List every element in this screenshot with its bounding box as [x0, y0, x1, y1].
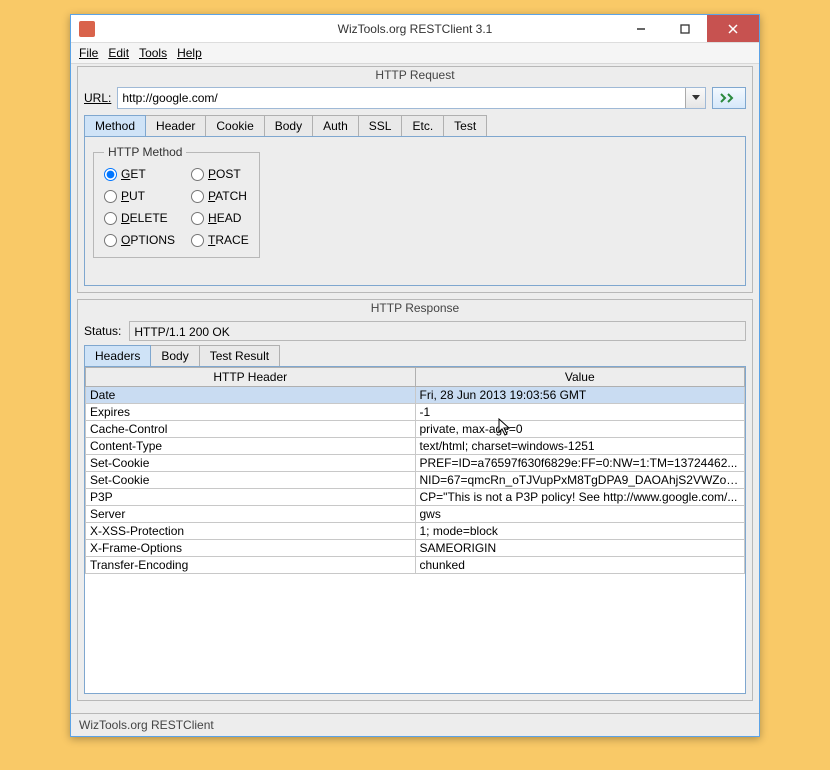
statusbar: WizTools.org RESTClient — [71, 713, 759, 736]
method-radio-input-post[interactable] — [191, 168, 204, 181]
tab-test[interactable]: Test — [443, 115, 487, 136]
tab-body[interactable]: Body — [264, 115, 313, 136]
method-radio-post[interactable]: POST — [191, 167, 249, 181]
menu-tools[interactable]: Tools — [139, 46, 167, 60]
status-value: HTTP/1.1 200 OK — [129, 321, 746, 341]
tab-resp-testresult[interactable]: Test Result — [199, 345, 280, 366]
table-row[interactable]: Set-CookiePREF=ID=a76597f630f6829e:FF=0:… — [86, 455, 745, 472]
table-row[interactable]: Expires-1 — [86, 404, 745, 421]
table-row[interactable]: X-Frame-OptionsSAMEORIGIN — [86, 540, 745, 557]
request-tab-body: HTTP Method GET POST PUT PATCH DELETE HEAD OPT… — [84, 136, 746, 286]
method-radio-input-patch[interactable] — [191, 190, 204, 203]
method-radio-options[interactable]: OPTIONS — [104, 233, 175, 247]
request-panel: HTTP Request URL: Method Header Cookie B… — [77, 66, 753, 293]
url-dropdown-button[interactable] — [685, 88, 705, 108]
menu-file[interactable]: File — [79, 46, 98, 60]
status-label: Status: — [84, 324, 121, 338]
menu-edit[interactable]: Edit — [108, 46, 129, 60]
table-row[interactable]: Set-CookieNID=67=qmcRn_oTJVupPxM8TgDPA9_… — [86, 472, 745, 489]
request-panel-title: HTTP Request — [78, 67, 752, 84]
response-headers-table[interactable]: HTTP Header Value DateFri, 28 Jun 2013 1… — [85, 367, 745, 574]
table-row[interactable]: DateFri, 28 Jun 2013 19:03:56 GMT — [86, 387, 745, 404]
http-method-group: HTTP Method GET POST PUT PATCH DELETE HEAD OPT… — [93, 145, 260, 258]
response-tab-body: HTTP Header Value DateFri, 28 Jun 2013 1… — [84, 366, 746, 694]
window-title: WizTools.org RESTClient 3.1 — [338, 22, 493, 36]
tab-cookie[interactable]: Cookie — [205, 115, 264, 136]
method-radio-input-options[interactable] — [104, 234, 117, 247]
method-radio-put[interactable]: PUT — [104, 189, 175, 203]
titlebar[interactable]: WizTools.org RESTClient 3.1 — [71, 15, 759, 43]
app-window: WizTools.org RESTClient 3.1 File Edit To… — [70, 14, 760, 737]
tab-resp-headers[interactable]: Headers — [84, 345, 151, 366]
method-radio-delete[interactable]: DELETE — [104, 211, 175, 225]
url-label: URL: — [84, 91, 111, 105]
method-radio-input-get[interactable] — [104, 168, 117, 181]
menu-help[interactable]: Help — [177, 46, 202, 60]
table-row[interactable]: P3PCP="This is not a P3P policy! See htt… — [86, 489, 745, 506]
response-panel-title: HTTP Response — [78, 300, 752, 317]
http-method-legend: HTTP Method — [104, 145, 186, 159]
maximize-button[interactable] — [663, 15, 707, 42]
tab-resp-body[interactable]: Body — [150, 345, 199, 366]
app-icon — [79, 21, 95, 37]
tab-header[interactable]: Header — [145, 115, 206, 136]
method-radio-trace[interactable]: TRACE — [191, 233, 249, 247]
table-row[interactable]: Servergws — [86, 506, 745, 523]
table-row[interactable]: X-XSS-Protection1; mode=block — [86, 523, 745, 540]
table-row[interactable]: Transfer-Encodingchunked — [86, 557, 745, 574]
tab-auth[interactable]: Auth — [312, 115, 359, 136]
send-request-button[interactable] — [712, 87, 746, 109]
menubar: File Edit Tools Help — [71, 43, 759, 64]
method-radio-input-trace[interactable] — [191, 234, 204, 247]
minimize-button[interactable] — [619, 15, 663, 42]
url-input[interactable] — [118, 88, 685, 108]
table-row[interactable]: Content-Typetext/html; charset=windows-1… — [86, 438, 745, 455]
close-button[interactable] — [707, 15, 759, 42]
response-tabs: Headers Body Test Result — [84, 345, 746, 366]
request-tabs: Method Header Cookie Body Auth SSL Etc. … — [84, 115, 746, 136]
method-radio-get[interactable]: GET — [104, 167, 175, 181]
url-combo[interactable] — [117, 87, 706, 109]
response-panel: HTTP Response Status: HTTP/1.1 200 OK He… — [77, 299, 753, 701]
tab-etc[interactable]: Etc. — [401, 115, 444, 136]
method-radio-input-put[interactable] — [104, 190, 117, 203]
col-http-header[interactable]: HTTP Header — [86, 368, 416, 387]
method-radio-patch[interactable]: PATCH — [191, 189, 249, 203]
tab-method[interactable]: Method — [84, 115, 146, 136]
col-value[interactable]: Value — [415, 368, 745, 387]
table-row[interactable]: Cache-Controlprivate, max-age=0 — [86, 421, 745, 438]
method-radio-head[interactable]: HEAD — [191, 211, 249, 225]
method-radio-input-head[interactable] — [191, 212, 204, 225]
method-radio-input-delete[interactable] — [104, 212, 117, 225]
tab-ssl[interactable]: SSL — [358, 115, 403, 136]
